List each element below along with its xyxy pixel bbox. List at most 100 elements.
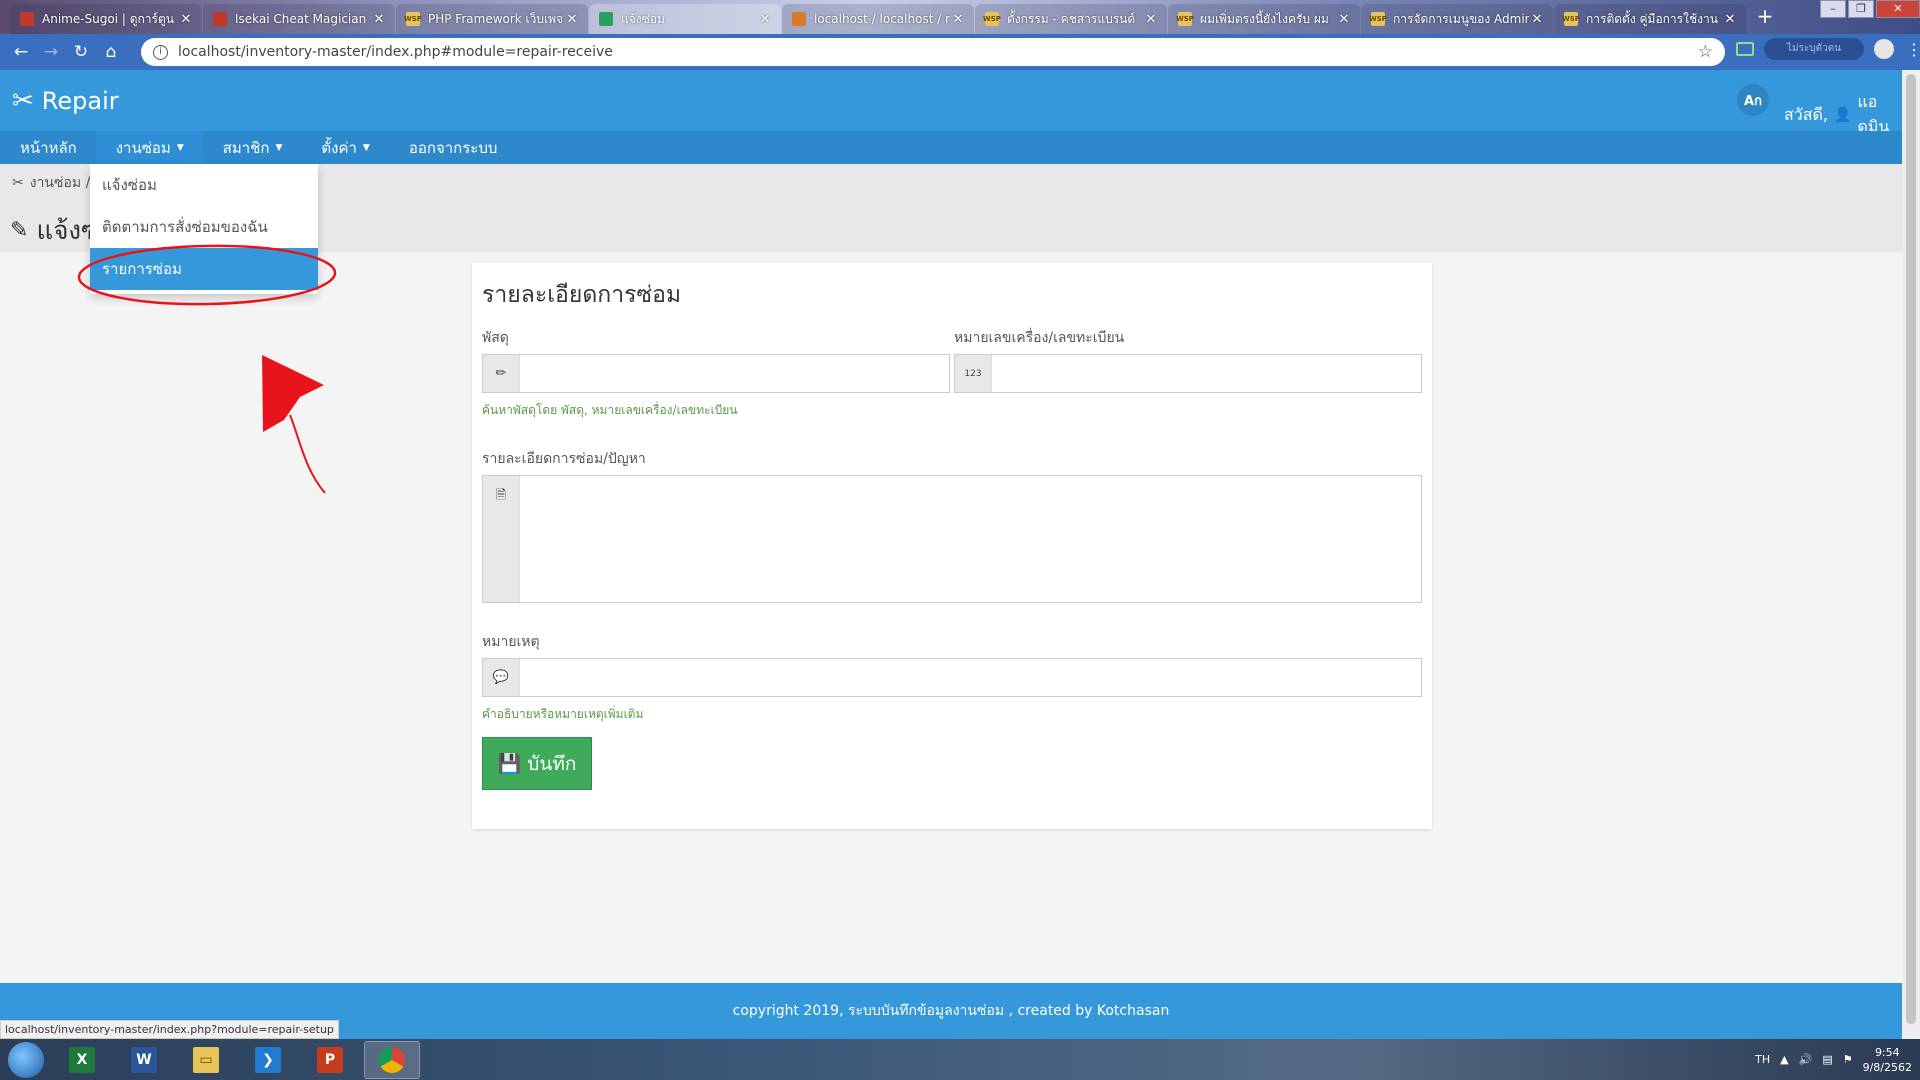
explorer-icon: ▭	[193, 1046, 219, 1073]
tab-title: Anime-Sugoi | ดูการ์ตูน	[42, 11, 174, 26]
incognito-pill[interactable]: ไม่ระบุตัวตน	[1764, 38, 1864, 60]
browser-tab[interactable]: WSP การจัดการเมนูของ Admin ✕	[1361, 4, 1553, 34]
start-button[interactable]	[8, 1041, 44, 1078]
brand-title[interactable]: Repair	[42, 87, 119, 115]
user-icon: 👤	[1834, 107, 1852, 123]
menu-label: ออกจากระบบ	[408, 138, 498, 157]
page-scrollbar[interactable]	[1902, 70, 1920, 1039]
taskbar-app-chrome[interactable]	[364, 1040, 420, 1079]
menu-settings[interactable]: ตั้งค่า ▼	[301, 131, 388, 164]
bookmark-star-icon[interactable]: ☆	[1698, 42, 1713, 62]
tab-favicon-icon: WSP	[1369, 12, 1387, 26]
taskbar-app-word[interactable]: W	[116, 1041, 172, 1079]
back-icon[interactable]: ←	[6, 42, 36, 62]
browser-tab[interactable]: Isekai Cheat Magician ✕	[203, 4, 395, 34]
browser-tab[interactable]: WSP ผมเพิ่มตรงนี้ยังไงครับ ผม ✕	[1168, 4, 1360, 34]
restore-button[interactable]: ❐	[1848, 0, 1874, 18]
tab-close-icon[interactable]: ✕	[757, 12, 773, 27]
tab-close-icon[interactable]: ✕	[1722, 12, 1738, 27]
site-info-icon[interactable]: i	[153, 44, 168, 60]
profile-avatar[interactable]	[1874, 39, 1894, 59]
detail-field: 🗎	[482, 475, 1422, 603]
taskbar-app-excel[interactable]: X	[54, 1041, 110, 1079]
browser-tab[interactable]: แจ้งซ่อม ✕	[589, 4, 781, 34]
browser-tab[interactable]: WSP PHP Framework เว็บเพจ ✕	[396, 4, 588, 34]
network-icon[interactable]: ▤	[1822, 1053, 1832, 1066]
speech-bubble-icon: 💬	[483, 659, 520, 696]
repair-form-card: รายละเอียดการซ่อม พัสดุ ✏ หมายเลขเครื่อง…	[472, 263, 1432, 829]
menu-members[interactable]: สมาชิก ▼	[203, 131, 302, 164]
tab-close-icon[interactable]: ✕	[371, 12, 387, 27]
cast-icon[interactable]	[1736, 42, 1754, 56]
breadcrumb: ✂ งานซ่อม /	[12, 172, 90, 194]
vscode-icon: ❯	[255, 1046, 281, 1073]
action-center-flag-icon[interactable]: ⚑	[1843, 1053, 1853, 1066]
tab-close-icon[interactable]: ✕	[1529, 12, 1545, 27]
product-input[interactable]	[520, 355, 949, 392]
dropdown-item-track-repair[interactable]: ติดตามการสั่งซ่อมของฉัน	[90, 206, 318, 248]
edit-document-icon: ✎	[10, 218, 29, 243]
address-bar[interactable]: i localhost/inventory-master/index.php#m…	[141, 38, 1725, 66]
save-button[interactable]: 💾 บันทึก	[482, 737, 592, 790]
menu-home[interactable]: หน้าหลัก	[0, 131, 96, 164]
tab-title: ผมเพิ่มตรงนี้ยังไงครับ ผม	[1200, 11, 1329, 26]
tab-close-icon[interactable]: ✕	[1336, 12, 1352, 27]
greeting-text: สวัสดี,	[1784, 104, 1828, 124]
language-indicator[interactable]: TH	[1755, 1053, 1770, 1066]
menu-label: หน้าหลัก	[20, 138, 77, 157]
browser-toolbar: ← → ↻ ⌂ i localhost/inventory-master/ind…	[0, 34, 1920, 70]
language-button[interactable]: Aก	[1737, 84, 1769, 116]
taskbar-app-ppt[interactable]: P	[302, 1041, 358, 1079]
chrome-icon	[379, 1046, 405, 1073]
browser-tab[interactable]: localhost / localhost / r ✕	[782, 4, 974, 34]
tab-title: Isekai Cheat Magician	[235, 12, 367, 26]
tab-favicon-icon: WSP	[1176, 12, 1194, 26]
clock[interactable]: 9:54 9/8/2562	[1863, 1045, 1912, 1075]
minimize-button[interactable]: –	[1820, 0, 1846, 18]
app-header: ✂ Repair Aก สวัสดี, 👤 แอดมิน	[0, 70, 1902, 136]
taskbar-app-vscode[interactable]: ❯	[240, 1041, 296, 1079]
comment-hint: คำอธิบายหรือหมายเหตุเพิ่มเติม	[482, 707, 644, 721]
tab-close-icon[interactable]: ✕	[1143, 12, 1159, 27]
tab-close-icon[interactable]: ✕	[178, 12, 194, 27]
system-tray: TH ▲ 🔊 ▤ ⚑ 9:54 9/8/2562	[1755, 1039, 1912, 1080]
comment-label: หมายเหตุ	[482, 634, 540, 650]
tab-close-icon[interactable]: ✕	[950, 12, 966, 27]
pencil-icon: ✏	[483, 355, 520, 392]
dropdown-item-report-repair[interactable]: แจ้งซ่อม	[90, 164, 318, 206]
browser-tab[interactable]: WSP ตั้งกรรม - คชสารแบรนด์ ✕	[975, 4, 1167, 34]
status-url: localhost/inventory-master/index.php?mod…	[0, 1020, 339, 1039]
serial-input[interactable]	[992, 355, 1421, 392]
reload-icon[interactable]: ↻	[66, 42, 96, 62]
menu-label: ตั้งค่า	[321, 138, 357, 157]
forward-icon[interactable]: →	[36, 42, 66, 62]
close-window-button[interactable]: ✕	[1876, 0, 1920, 18]
volume-icon[interactable]: 🔊	[1799, 1053, 1813, 1066]
show-hidden-icons-icon[interactable]: ▲	[1780, 1053, 1788, 1066]
window-controls: – ❐ ✕	[1818, 0, 1920, 18]
tab-favicon-icon: WSP	[1562, 12, 1580, 26]
menu-logout[interactable]: ออกจากระบบ	[389, 131, 517, 164]
tab-title: การจัดการเมนูของ Admin	[1393, 11, 1529, 26]
dropdown-item-repair-list[interactable]: รายการซ่อม	[90, 248, 318, 290]
comment-input[interactable]	[520, 659, 1421, 696]
tab-favicon-icon	[792, 12, 806, 26]
taskbar-app-explorer[interactable]: ▭	[178, 1041, 234, 1079]
breadcrumb-link[interactable]: งานซ่อม /	[30, 172, 91, 194]
address-url[interactable]: localhost/inventory-master/index.php#mod…	[178, 44, 1698, 60]
product-field: ✏	[482, 354, 950, 393]
browser-menu-icon[interactable]: ⋮	[1906, 40, 1920, 59]
tab-title: localhost / localhost / r	[814, 12, 950, 26]
tab-close-icon[interactable]: ✕	[564, 12, 580, 27]
detail-textarea[interactable]	[520, 476, 1421, 602]
browser-tab[interactable]: WSP การติดตั้ง คู่มือการใช้งาน ✕	[1554, 4, 1746, 34]
new-tab-button[interactable]: +	[1752, 4, 1778, 28]
tab-title: การติดตั้ง คู่มือการใช้งาน	[1586, 11, 1718, 26]
form-heading: รายละเอียดการซ่อม	[482, 282, 682, 308]
browser-tab[interactable]: Anime-Sugoi | ดูการ์ตูน ✕	[10, 4, 202, 34]
home-icon[interactable]: ⌂	[96, 42, 126, 62]
browser-tab-strip: Anime-Sugoi | ดูการ์ตูน ✕ Isekai Cheat Mag…	[0, 0, 1920, 34]
menu-repair[interactable]: งานซ่อม ▼	[95, 131, 203, 164]
scroll-thumb[interactable]	[1906, 74, 1916, 1024]
tools-icon: ✂	[12, 85, 34, 116]
